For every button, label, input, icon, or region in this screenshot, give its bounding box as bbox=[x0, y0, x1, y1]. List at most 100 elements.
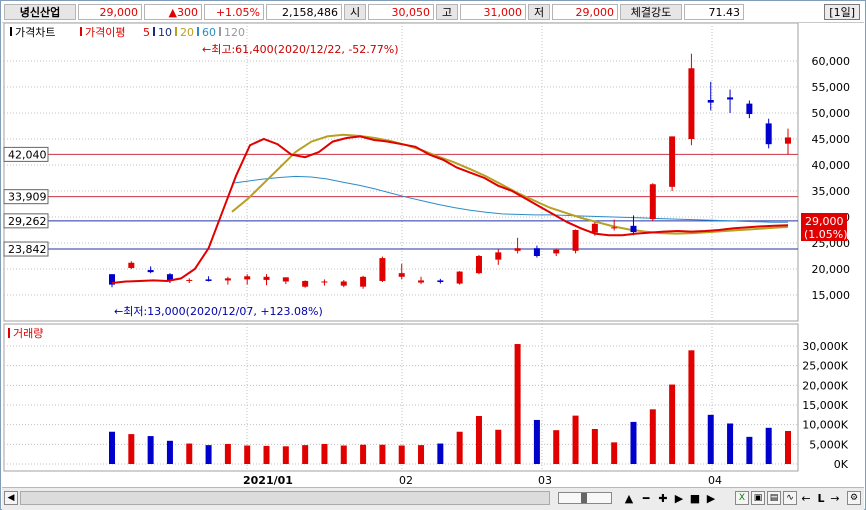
volume-bar bbox=[785, 430, 791, 464]
legend-ma20-icon bbox=[175, 27, 177, 36]
volume-bar bbox=[611, 442, 618, 464]
candle-body bbox=[514, 248, 521, 251]
arrow-tool-icon[interactable]: → bbox=[829, 492, 841, 506]
price-tick-label: 40,000 bbox=[812, 159, 851, 172]
change-amount: 300 bbox=[177, 6, 198, 19]
scrollbar-track[interactable] bbox=[20, 491, 550, 505]
volume-bar bbox=[437, 443, 444, 464]
volume-bar bbox=[321, 443, 328, 464]
L-tool-icon[interactable]: L bbox=[815, 492, 827, 506]
volume-bar bbox=[282, 446, 289, 464]
legend-ma10-icon bbox=[153, 27, 155, 36]
price-level-label: 33,909 bbox=[8, 191, 47, 204]
plus-icon[interactable]: ✚ bbox=[656, 492, 670, 506]
volume-title-icon bbox=[8, 328, 10, 338]
change-value: ▲300 bbox=[144, 4, 202, 20]
volume-bar bbox=[263, 445, 270, 464]
candle-body bbox=[224, 278, 231, 281]
high-label: 고 bbox=[436, 4, 458, 20]
price-level-label: 29,262 bbox=[8, 215, 47, 228]
candle-body bbox=[746, 103, 753, 115]
price-level-label: 42,040 bbox=[8, 148, 47, 161]
candle-body bbox=[630, 225, 637, 233]
volume-bar bbox=[224, 443, 231, 464]
settings-icon[interactable]: ⚙ bbox=[847, 491, 861, 505]
candle-body bbox=[611, 227, 618, 229]
date-label-2021-01: 2021/01 bbox=[243, 474, 293, 487]
volume-bar bbox=[514, 344, 521, 464]
volume-bar bbox=[360, 444, 367, 464]
price-tick-label: 55,000 bbox=[812, 81, 851, 94]
legend-price-chart: 가격차트 bbox=[15, 26, 55, 39]
save-icon[interactable]: ▣ bbox=[751, 491, 765, 505]
volume-bar bbox=[398, 445, 405, 464]
minus-icon[interactable]: ━ bbox=[639, 492, 653, 506]
candle-body bbox=[128, 262, 135, 268]
candle-body bbox=[302, 280, 309, 287]
candle-body bbox=[669, 136, 676, 187]
volume-bar bbox=[109, 431, 115, 464]
next-icon[interactable]: ▶ bbox=[704, 492, 718, 506]
candle-body bbox=[591, 223, 598, 233]
legend-ma10: 10 bbox=[158, 26, 172, 39]
low-price: 29,000 bbox=[552, 4, 618, 20]
candle-body bbox=[765, 123, 772, 145]
volume-tick-label: 30,000K bbox=[802, 340, 848, 353]
zoom-slider[interactable] bbox=[558, 492, 612, 504]
candle-body bbox=[437, 280, 444, 282]
stop-icon[interactable]: ■ bbox=[688, 492, 702, 506]
legend-ma20: 20 bbox=[180, 26, 194, 39]
volume-bar bbox=[533, 419, 540, 464]
candle-body bbox=[282, 277, 289, 282]
legend-ma60: 60 bbox=[202, 26, 216, 39]
volume-bar bbox=[591, 428, 598, 464]
strength-value: 71.43 bbox=[684, 4, 744, 20]
legend-ma60-icon bbox=[197, 27, 199, 36]
price-tag-rate: (1.05%) bbox=[804, 228, 848, 241]
scroll-left-icon[interactable]: ◀ bbox=[4, 491, 18, 505]
volume-bar bbox=[765, 427, 772, 464]
volume-bar bbox=[166, 440, 173, 464]
price-tag-value: 29,000 bbox=[805, 215, 844, 228]
candle-body bbox=[263, 276, 270, 280]
candle-body bbox=[379, 258, 386, 281]
stock-name[interactable]: 녕신산업 bbox=[4, 4, 76, 20]
volume-bar bbox=[727, 423, 734, 464]
volume-tick-label: 20,000K bbox=[802, 379, 848, 392]
candle-body bbox=[418, 280, 425, 283]
volume-bar bbox=[495, 429, 502, 464]
period-button[interactable]: [1일] bbox=[824, 4, 860, 20]
excel-icon[interactable]: X bbox=[735, 491, 749, 505]
volume-bar bbox=[553, 430, 560, 464]
volume-bar bbox=[379, 444, 386, 464]
volume-bar bbox=[630, 421, 637, 464]
volume-bar bbox=[456, 431, 463, 464]
legend-price-icon bbox=[10, 27, 12, 36]
stock-chart[interactable]: 42,040 33,909 29,262 23,842 60,000 55,000 50,… bbox=[2, 23, 864, 487]
up-arrow-icon: ▲ bbox=[168, 6, 177, 19]
volume-bar bbox=[302, 445, 309, 464]
date-label-03: 03 bbox=[538, 474, 552, 487]
zoom-in-icon[interactable]: ▲ bbox=[622, 492, 636, 506]
price-tick-label: 15,000 bbox=[812, 289, 851, 302]
chart-window: 녕신산업 29,000 ▲300 +1.05% 2,158,486 시 30,0… bbox=[0, 0, 866, 510]
date-label-04: 04 bbox=[708, 474, 722, 487]
volume-bar bbox=[707, 414, 714, 464]
chart-type-icon[interactable]: ∿ bbox=[783, 491, 797, 505]
candle-body bbox=[688, 68, 695, 139]
volume-tick-label: 25,000K bbox=[802, 360, 848, 373]
line-tool-icon[interactable]: ← bbox=[800, 492, 812, 506]
volume-bar bbox=[205, 445, 212, 464]
candle-body bbox=[785, 137, 791, 144]
volume-title: 거래량 bbox=[13, 327, 43, 340]
print-icon[interactable]: ▤ bbox=[767, 491, 781, 505]
volume-tick-label: 15,000K bbox=[802, 399, 848, 412]
volume-bar bbox=[669, 384, 676, 464]
volume-bar bbox=[572, 415, 579, 464]
volume-bar bbox=[746, 436, 753, 464]
trade-volume: 2,158,486 bbox=[266, 4, 342, 20]
play-icon[interactable]: ▶ bbox=[672, 492, 686, 506]
candle-body bbox=[398, 273, 405, 277]
volume-tick-label: 0K bbox=[834, 458, 849, 471]
zoom-slider-handle[interactable] bbox=[581, 493, 587, 503]
